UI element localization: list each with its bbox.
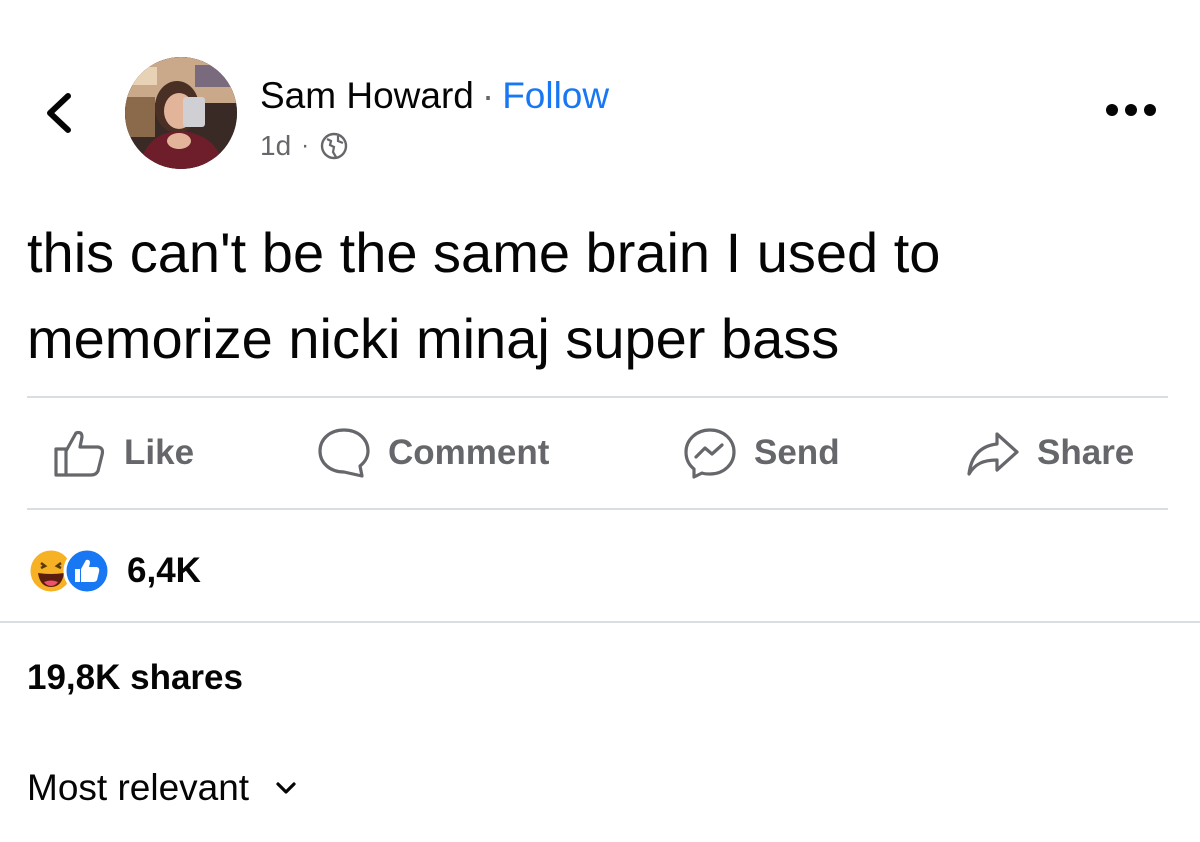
reaction-count: 6,4K (127, 551, 201, 590)
messenger-icon (684, 428, 736, 479)
comment-icon (318, 428, 370, 478)
comment-sort-dropdown[interactable]: Most relevant (27, 767, 297, 809)
author-name[interactable]: Sam Howard (260, 75, 474, 116)
author-row: Sam Howard · Follow (260, 74, 609, 118)
avatar[interactable] (125, 57, 237, 169)
like-button[interactable]: Like (52, 426, 194, 480)
follow-button[interactable]: Follow (502, 75, 609, 116)
profile-photo (125, 57, 237, 169)
comment-label: Comment (388, 433, 550, 472)
send-label: Send (754, 433, 840, 472)
comment-button[interactable]: Comment (316, 426, 549, 480)
share-arrow-icon (967, 432, 1019, 476)
divider (27, 396, 1168, 398)
timestamp[interactable]: 1d (260, 128, 291, 164)
globe-icon[interactable] (319, 131, 349, 161)
post-meta: 1d · (260, 128, 349, 164)
back-button[interactable] (38, 88, 78, 138)
like-reaction-icon (63, 547, 111, 595)
share-button[interactable]: Share (965, 426, 1134, 480)
chevron-down-icon (276, 782, 296, 794)
chevron-left-icon (47, 93, 71, 133)
reactions-summary[interactable]: 6,4K (27, 545, 201, 597)
divider (0, 621, 1200, 623)
name-separator: · (481, 75, 495, 116)
post-text: this can't be the same brain I used to m… (27, 221, 941, 370)
like-label: Like (124, 433, 195, 472)
shares-count[interactable]: 19,8K shares (27, 658, 243, 698)
more-options-icon (1106, 104, 1156, 116)
meta-separator: · (301, 132, 310, 159)
send-button[interactable]: Send (682, 426, 840, 480)
sort-label: Most relevant (27, 767, 250, 808)
share-label: Share (1037, 433, 1135, 472)
more-options-button[interactable] (1104, 100, 1158, 120)
thumbs-up-icon (54, 430, 105, 477)
divider (27, 508, 1168, 510)
